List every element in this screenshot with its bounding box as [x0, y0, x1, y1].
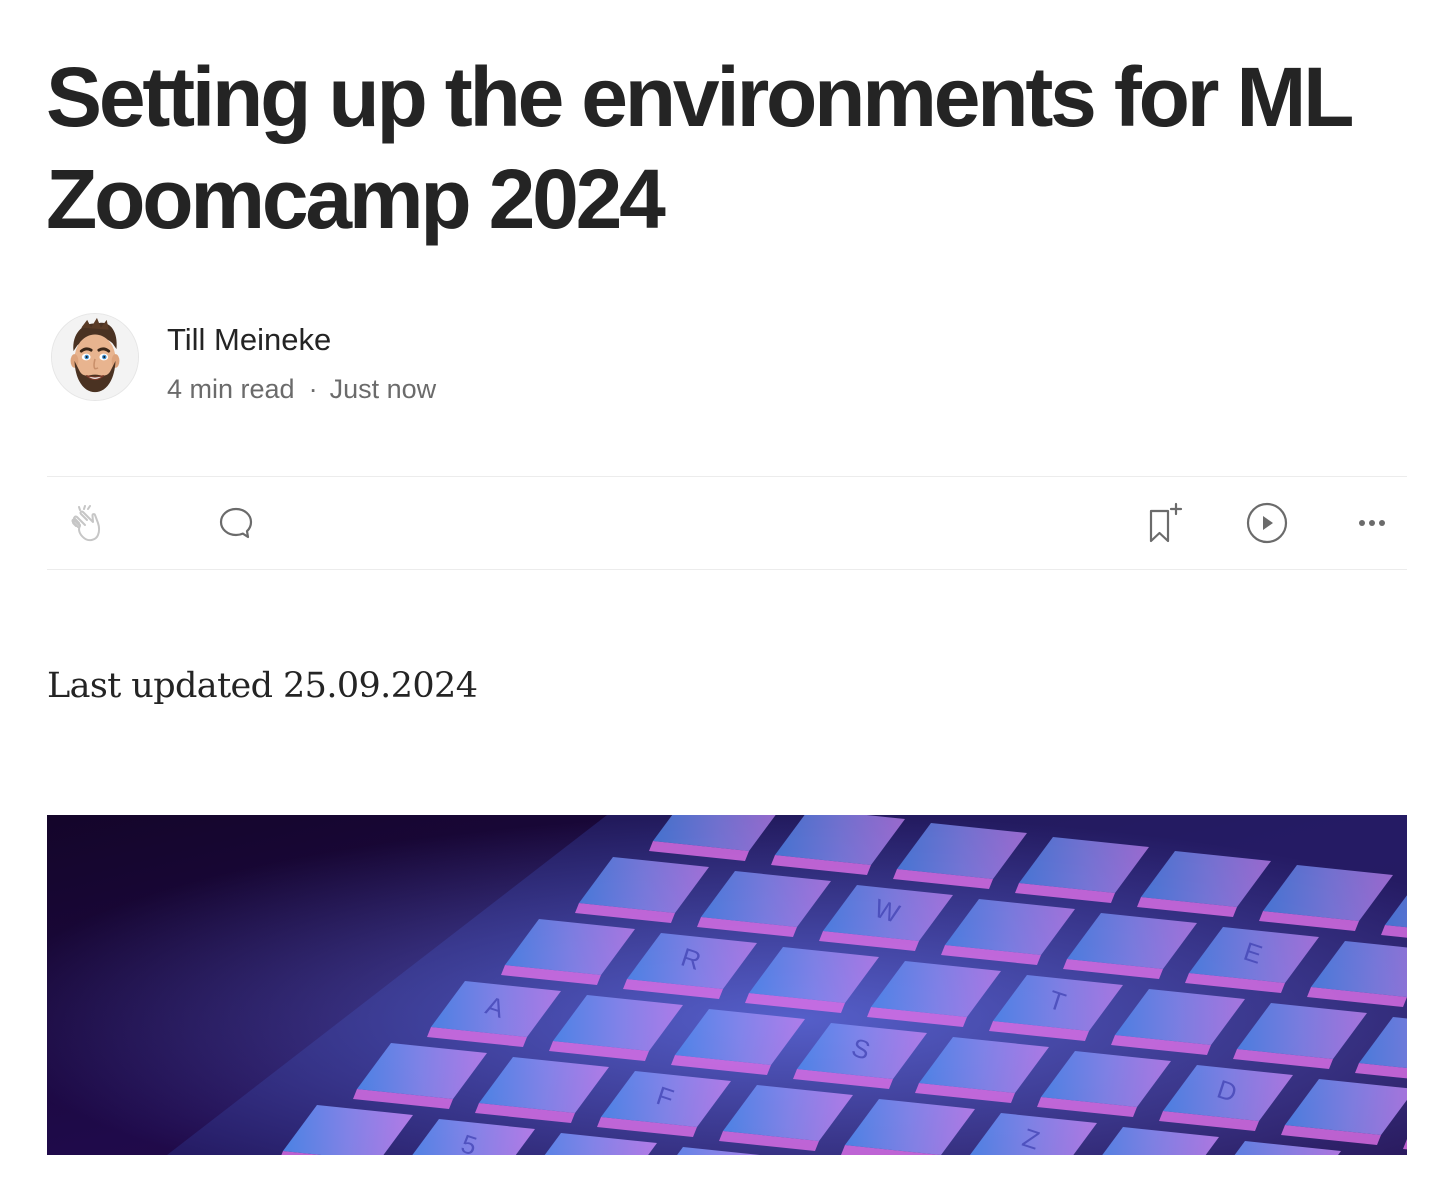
more-options-button[interactable]	[1347, 499, 1395, 547]
article-meta: 4 min read · Just now	[167, 370, 436, 408]
last-updated-text: Last updated 25.09.2024	[47, 666, 478, 706]
author-avatar[interactable]	[51, 313, 139, 401]
read-time: 4 min read	[167, 374, 295, 404]
hero-image: QWERTYASDFZ654^	[47, 815, 1407, 1155]
comment-button[interactable]	[212, 499, 260, 547]
listen-button[interactable]	[1243, 499, 1291, 547]
memoji-avatar-image	[52, 314, 138, 400]
meta-separator: ·	[308, 374, 318, 404]
article-action-bar	[47, 476, 1407, 570]
publish-time: Just now	[329, 374, 437, 404]
save-button[interactable]	[1140, 499, 1188, 547]
more-icon	[1359, 520, 1385, 526]
author-name[interactable]: Till Meineke	[167, 320, 331, 360]
comment-icon	[219, 507, 253, 539]
bookmark-add-icon	[1149, 502, 1183, 543]
keyboard-photo: QWERTYASDFZ654^	[47, 815, 1407, 1155]
clap-icon	[71, 505, 101, 542]
play-icon	[1246, 502, 1288, 544]
clap-button[interactable]	[63, 499, 111, 547]
article-title: Setting up the environments for ML Zoomc…	[46, 50, 1353, 246]
